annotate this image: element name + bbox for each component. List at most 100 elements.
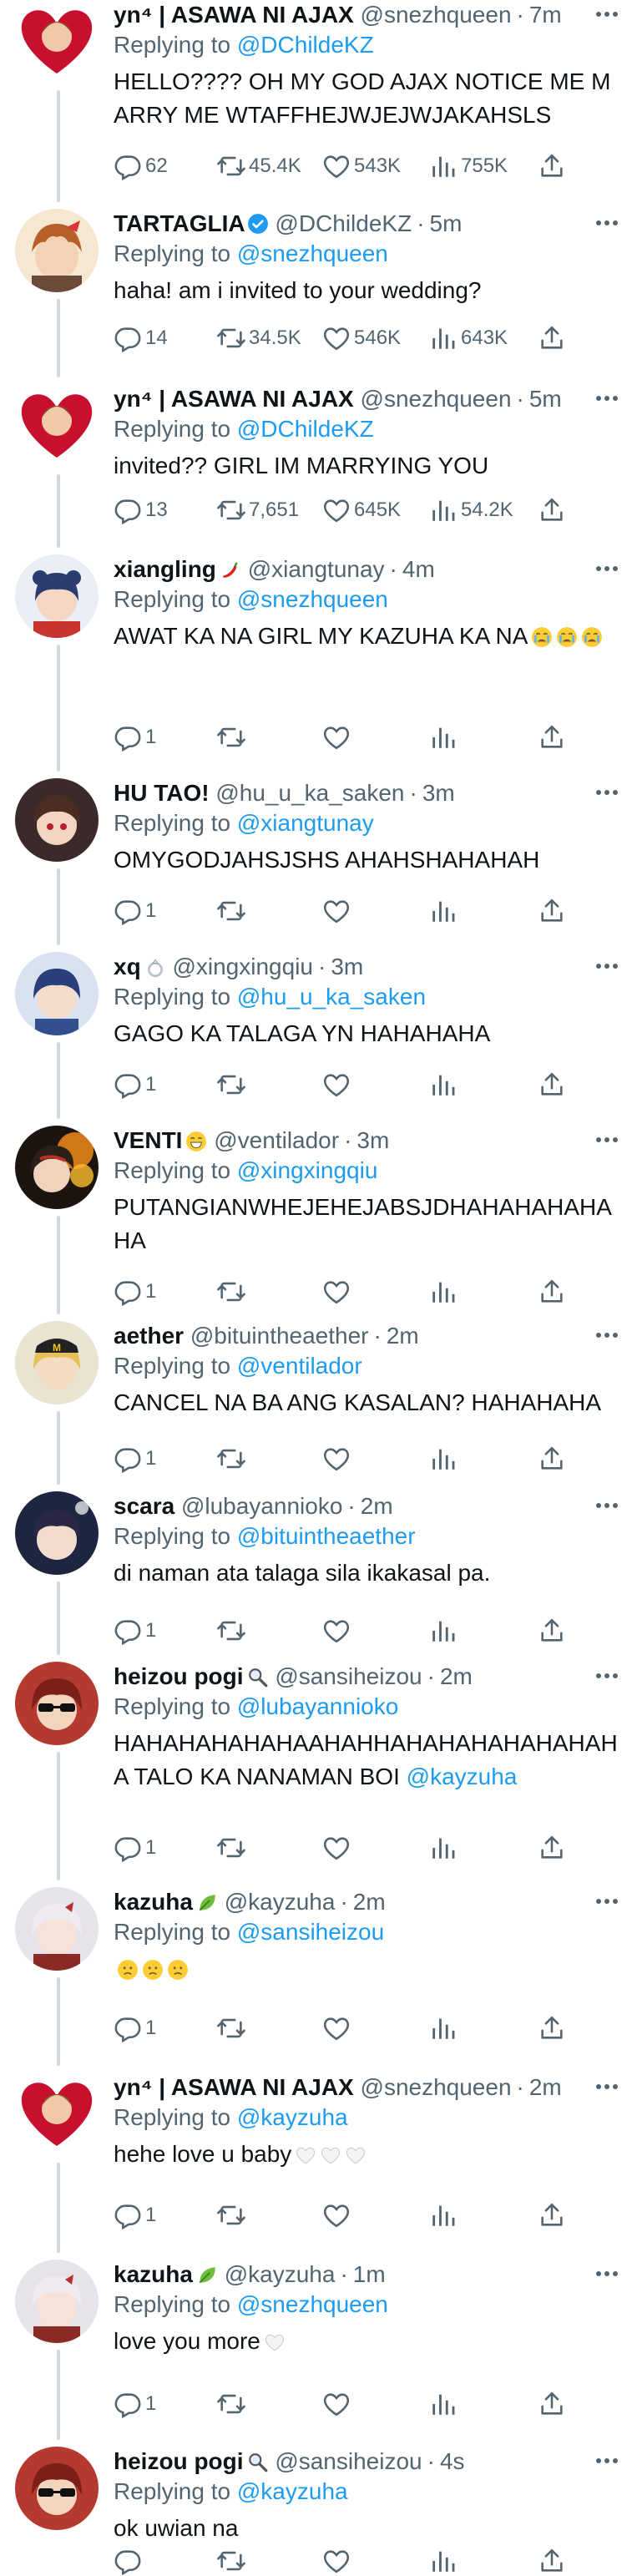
- more-options-icon[interactable]: [592, 556, 622, 581]
- display-name[interactable]: TARTAGLIA: [114, 210, 245, 236]
- views-button[interactable]: [429, 1069, 461, 1099]
- like-button[interactable]: [322, 2545, 354, 2575]
- reply-button[interactable]: 1: [114, 721, 156, 752]
- display-name[interactable]: scara: [114, 1493, 174, 1519]
- avatar[interactable]: ♡: [15, 2072, 99, 2156]
- tweet[interactable]: kazuha @kayzuha · 2m Replying to @sansiheiz…: [0, 1887, 637, 2043]
- mention-link[interactable]: @kayzuha: [407, 1764, 518, 1789]
- reply-button[interactable]: 1: [114, 2388, 156, 2419]
- display-name[interactable]: aether: [114, 1323, 184, 1349]
- replying-to-handle[interactable]: @kayzuha: [237, 2104, 348, 2130]
- retweet-button[interactable]: [217, 1443, 249, 1473]
- more-options-icon[interactable]: [592, 1889, 622, 1914]
- like-button[interactable]: [322, 895, 354, 925]
- views-button[interactable]: 755K: [429, 150, 508, 180]
- share-button[interactable]: [538, 1832, 566, 1862]
- more-options-icon[interactable]: [592, 1127, 622, 1152]
- retweet-button[interactable]: 34.5K: [217, 322, 301, 352]
- share-button[interactable]: [538, 2388, 566, 2418]
- reply-button[interactable]: 1: [114, 1615, 156, 1646]
- replying-to-handle[interactable]: @DChildeKZ: [237, 32, 374, 58]
- user-handle[interactable]: @snezhqueen: [361, 2074, 512, 2100]
- retweet-button[interactable]: [217, 2545, 249, 2575]
- reply-button[interactable]: [114, 2545, 145, 2576]
- user-handle[interactable]: @snezhqueen: [361, 2, 512, 28]
- retweet-button[interactable]: 7,651: [217, 494, 299, 524]
- timestamp[interactable]: 2m: [529, 2074, 562, 2100]
- replying-to-handle[interactable]: @xiangtunay: [237, 810, 374, 836]
- display-name[interactable]: HU TAO!: [114, 780, 210, 806]
- avatar[interactable]: [15, 1126, 99, 1209]
- views-button[interactable]: [429, 2388, 461, 2418]
- reply-button[interactable]: 1: [114, 2199, 156, 2230]
- display-name[interactable]: kazuha: [114, 2261, 193, 2287]
- avatar[interactable]: [15, 1662, 99, 1745]
- user-handle[interactable]: @xiangtunay: [248, 556, 385, 582]
- more-options-icon[interactable]: [592, 2, 622, 27]
- avatar[interactable]: [15, 2447, 99, 2530]
- avatar[interactable]: M: [15, 1321, 99, 1404]
- share-button[interactable]: [538, 1276, 566, 1306]
- like-button[interactable]: [322, 2199, 354, 2229]
- tweet[interactable]: ♡ yn⁴ | ASAWA NI AJAX @snezhqueen · 2m Reply…: [0, 2072, 637, 2230]
- more-options-icon[interactable]: [592, 1663, 622, 1688]
- like-button[interactable]: [322, 1069, 354, 1099]
- share-button[interactable]: [538, 1069, 566, 1099]
- like-button[interactable]: [322, 1276, 354, 1306]
- avatar[interactable]: [15, 209, 99, 292]
- avatar[interactable]: ♡: [15, 384, 99, 468]
- user-handle[interactable]: @hu_u_ka_saken: [215, 780, 404, 806]
- replying-to-handle[interactable]: @kayzuha: [237, 2478, 348, 2504]
- timestamp[interactable]: 3m: [331, 954, 363, 979]
- display-name[interactable]: yn⁴ | ASAWA NI AJAX: [114, 2074, 354, 2100]
- reply-button[interactable]: 14: [114, 322, 168, 353]
- avatar[interactable]: ♡: [15, 0, 99, 84]
- tweet[interactable]: Maether @bituintheaether · 2m Replying to @…: [0, 1321, 637, 1474]
- timestamp[interactable]: 2m: [387, 1323, 419, 1349]
- tweet[interactable]: TARTAGLIA @DChildeKZ · 5m Replying to @snez…: [0, 209, 637, 353]
- replying-to-handle[interactable]: @snezhqueen: [237, 240, 388, 266]
- tweet[interactable]: heizou pogi @sansiheizou · 4s Replying to @…: [0, 2447, 637, 2576]
- display-name[interactable]: heizou pogi: [114, 2448, 244, 2474]
- replying-to-handle[interactable]: @hu_u_ka_saken: [237, 984, 426, 1010]
- reply-button[interactable]: 1: [114, 1443, 156, 1474]
- share-button[interactable]: [538, 721, 566, 752]
- timestamp[interactable]: 2m: [440, 1663, 473, 1689]
- avatar[interactable]: [15, 778, 99, 862]
- views-button[interactable]: [429, 1276, 461, 1306]
- display-name[interactable]: xiangling: [114, 556, 216, 582]
- display-name[interactable]: yn⁴ | ASAWA NI AJAX: [114, 2, 354, 28]
- share-button[interactable]: [538, 150, 566, 180]
- timestamp[interactable]: 3m: [356, 1127, 389, 1153]
- views-button[interactable]: 643K: [429, 322, 508, 352]
- like-button[interactable]: 645K: [322, 494, 401, 524]
- more-options-icon[interactable]: [592, 1323, 622, 1348]
- share-button[interactable]: [538, 322, 566, 352]
- timestamp[interactable]: 1m: [353, 2261, 386, 2287]
- tweet[interactable]: HU TAO! @hu_u_ka_saken · 3m Replying to @xi…: [0, 778, 637, 926]
- replying-to-handle[interactable]: @lubayannioko: [237, 1693, 398, 1719]
- more-options-icon[interactable]: [592, 1493, 622, 1518]
- user-handle[interactable]: @bituintheaether: [190, 1323, 369, 1349]
- more-options-icon[interactable]: [592, 954, 622, 979]
- user-handle[interactable]: @kayzuha: [225, 1889, 336, 1915]
- like-button[interactable]: 543K: [322, 150, 401, 180]
- tweet[interactable]: kazuha @kayzuha · 1m Replying to @snezhquee…: [0, 2260, 637, 2419]
- timestamp[interactable]: 3m: [422, 780, 455, 806]
- reply-button[interactable]: 1: [114, 1069, 156, 1100]
- like-button[interactable]: 546K: [322, 322, 401, 352]
- replying-to-handle[interactable]: @ventilador: [237, 1353, 362, 1379]
- timestamp[interactable]: 4m: [402, 556, 435, 582]
- tweet[interactable]: scara @lubayannioko · 2m Replying to @bitui…: [0, 1491, 637, 1646]
- reply-button[interactable]: 62: [114, 150, 168, 181]
- more-options-icon[interactable]: [592, 386, 622, 411]
- like-button[interactable]: [322, 1615, 354, 1645]
- share-button[interactable]: [538, 494, 566, 524]
- retweet-button[interactable]: [217, 2388, 249, 2418]
- reply-button[interactable]: 1: [114, 1276, 156, 1307]
- like-button[interactable]: [322, 1443, 354, 1473]
- more-options-icon[interactable]: [592, 2074, 622, 2099]
- views-button[interactable]: [429, 2545, 461, 2575]
- share-button[interactable]: [538, 2199, 566, 2229]
- timestamp[interactable]: 5m: [529, 386, 562, 412]
